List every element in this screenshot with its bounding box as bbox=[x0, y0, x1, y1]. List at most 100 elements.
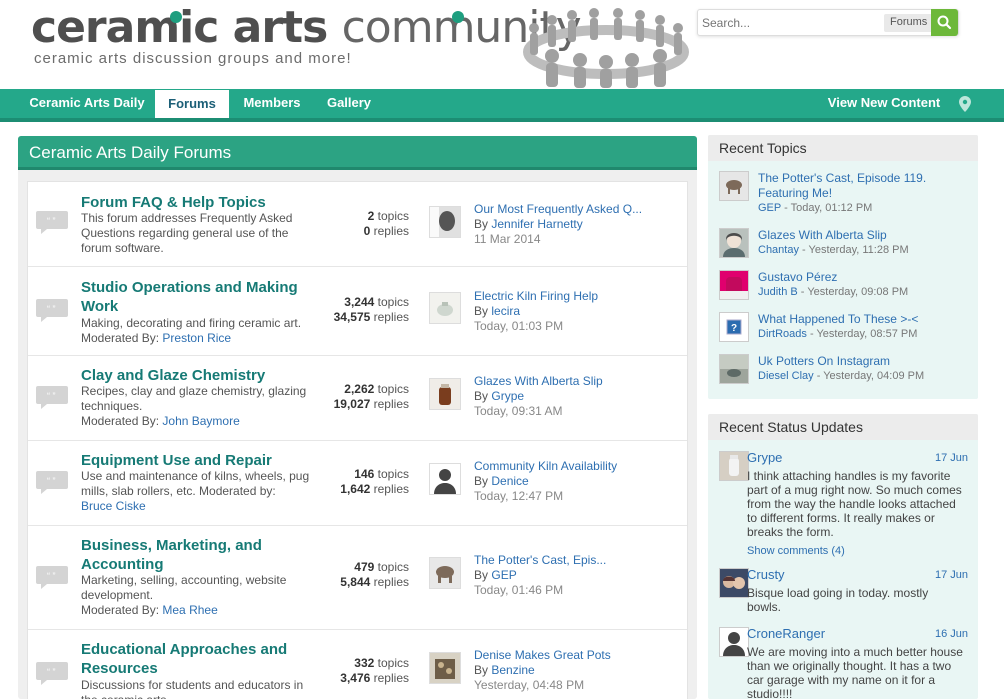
status-date[interactable]: 16 Jun bbox=[935, 628, 968, 640]
site-logo[interactable]: ceramic arts community bbox=[31, 2, 582, 53]
replies-count: 3,476 bbox=[340, 671, 371, 685]
last-post-info: Community Kiln Availability By Denice To… bbox=[474, 459, 674, 504]
forum-stats: 146 topics 1,642 replies bbox=[318, 467, 409, 497]
nav-members[interactable]: Members bbox=[237, 89, 307, 118]
forum-bubble-icon: “ ” bbox=[36, 299, 68, 322]
topics-label: topics bbox=[377, 295, 409, 309]
last-post-avatar[interactable] bbox=[429, 463, 461, 495]
topic-author[interactable]: Diesel Clay bbox=[758, 370, 814, 382]
search-box: Forums bbox=[697, 9, 959, 36]
status-avatar[interactable] bbox=[719, 451, 749, 481]
status-user[interactable]: Crusty bbox=[747, 567, 785, 582]
topic-text: Uk Potters On Instagram Diesel Clay - Ye… bbox=[758, 354, 973, 384]
replies-count: 19,027 bbox=[333, 397, 371, 411]
last-post-title[interactable]: The Potter's Cast, Epis... bbox=[474, 553, 674, 568]
topics-count: 3,244 bbox=[344, 295, 375, 309]
avatar-photo-icon bbox=[430, 379, 460, 409]
forum-title[interactable]: Forum FAQ & Help Topics bbox=[81, 193, 321, 212]
forum-row: “ ” Clay and Glaze Chemistry Recipes, cl… bbox=[28, 356, 687, 441]
svg-text:“ ”: “ ” bbox=[47, 476, 56, 486]
search-button[interactable] bbox=[931, 9, 958, 36]
last-post-date: Yesterday, 04:48 PM bbox=[474, 678, 585, 692]
topic-date: - Yesterday, 09:08 PM bbox=[797, 286, 909, 298]
by-label: By bbox=[474, 217, 489, 231]
status-user[interactable]: CroneRanger bbox=[747, 626, 825, 641]
status-date[interactable]: 17 Jun bbox=[935, 569, 968, 581]
view-new-content-link[interactable]: View New Content bbox=[825, 89, 943, 118]
replies-label: replies bbox=[373, 224, 409, 238]
topic-author[interactable]: Chantay bbox=[758, 244, 799, 256]
replies-label: replies bbox=[373, 671, 409, 685]
last-post-avatar[interactable] bbox=[429, 378, 461, 410]
topic-avatar[interactable] bbox=[719, 354, 749, 384]
topic-author[interactable]: GEP bbox=[758, 202, 781, 214]
status-date[interactable]: 17 Jun bbox=[935, 452, 968, 464]
topics-label: topics bbox=[377, 467, 409, 481]
recent-status-box: Recent Status Updates Grype 17 Jun I thi… bbox=[708, 414, 978, 699]
topic-avatar[interactable] bbox=[719, 228, 749, 258]
topics-label: topics bbox=[377, 209, 409, 223]
topic-avatar[interactable] bbox=[719, 270, 749, 300]
forum-title[interactable]: Studio Operations and Making Work bbox=[81, 278, 321, 316]
svg-text:?: ? bbox=[731, 323, 737, 334]
last-post-avatar[interactable] bbox=[429, 292, 461, 324]
last-post-info: Our Most Frequently Asked Q... By Jennif… bbox=[474, 202, 674, 247]
by-label: By bbox=[474, 568, 489, 582]
nav-ceramic-arts-daily[interactable]: Ceramic Arts Daily bbox=[26, 89, 148, 118]
status-user[interactable]: Grype bbox=[747, 450, 782, 465]
topics-label: topics bbox=[377, 382, 409, 396]
topic-title[interactable]: The Potter's Cast, Episode 119. Featurin… bbox=[758, 171, 973, 201]
show-comments-link[interactable]: Show comments (4) bbox=[747, 545, 845, 557]
replies-label: replies bbox=[373, 310, 409, 324]
search-input[interactable] bbox=[702, 12, 877, 33]
svg-text:“ ”: “ ” bbox=[47, 216, 56, 226]
last-post-title[interactable]: Electric Kiln Firing Help bbox=[474, 289, 674, 304]
last-post-avatar[interactable] bbox=[429, 652, 461, 684]
forum-title[interactable]: Educational Approaches and Resources bbox=[81, 640, 321, 678]
nav-gallery[interactable]: Gallery bbox=[318, 89, 380, 118]
topic-avatar[interactable]: ? bbox=[719, 312, 749, 342]
forum-stats: 2 topics 0 replies bbox=[318, 209, 409, 239]
last-post-title[interactable]: Our Most Frequently Asked Q... bbox=[474, 202, 674, 217]
last-post-title[interactable]: Denise Makes Great Pots bbox=[474, 648, 674, 663]
last-post-date: Today, 12:47 PM bbox=[474, 489, 564, 503]
last-post-author[interactable]: Benzine bbox=[491, 663, 534, 677]
moderator-link[interactable]: Bruce Ciske bbox=[81, 499, 146, 513]
moderator-link[interactable]: Mea Rhee bbox=[162, 603, 217, 617]
moderator-link[interactable]: Preston Rice bbox=[162, 331, 231, 345]
logo-dot bbox=[452, 11, 464, 23]
forum-title[interactable]: Business, Marketing, and Accounting bbox=[81, 536, 321, 574]
status-avatar[interactable] bbox=[719, 568, 749, 598]
recent-topic-item: Glazes With Alberta Slip Chantay - Yeste… bbox=[719, 228, 974, 262]
forum-description: This forum addresses Frequently Asked Qu… bbox=[81, 211, 293, 255]
topic-title[interactable]: Gustavo Pérez bbox=[758, 270, 973, 285]
last-post-author[interactable]: lecira bbox=[491, 304, 520, 318]
status-avatar[interactable] bbox=[719, 627, 749, 657]
last-post-avatar[interactable] bbox=[429, 557, 461, 589]
topic-author[interactable]: Judith B bbox=[758, 286, 798, 298]
topic-author[interactable]: DirtRoads bbox=[758, 328, 807, 340]
topic-avatar[interactable] bbox=[719, 171, 749, 201]
last-post-author[interactable]: Jennifer Harnetty bbox=[491, 217, 582, 231]
nav-forums[interactable]: Forums bbox=[155, 90, 229, 118]
last-post-author[interactable]: Grype bbox=[491, 389, 524, 403]
search-scope-button[interactable]: Forums bbox=[884, 14, 934, 32]
last-post-title[interactable]: Community Kiln Availability bbox=[474, 459, 674, 474]
topic-title[interactable]: Glazes With Alberta Slip bbox=[758, 228, 973, 243]
topic-title[interactable]: What Happened To These >-< bbox=[758, 312, 973, 327]
forum-title[interactable]: Equipment Use and Repair bbox=[81, 451, 321, 470]
moderator-link[interactable]: John Baymore bbox=[162, 414, 239, 428]
avatar-photo-icon bbox=[720, 172, 748, 200]
forum-title[interactable]: Clay and Glaze Chemistry bbox=[81, 366, 321, 385]
forum-stats: 479 topics 5,844 replies bbox=[318, 560, 409, 590]
last-post-author[interactable]: Denice bbox=[491, 474, 528, 488]
topic-title[interactable]: Uk Potters On Instagram bbox=[758, 354, 973, 369]
topic-text: The Potter's Cast, Episode 119. Featurin… bbox=[758, 171, 973, 216]
last-post-author[interactable]: GEP bbox=[491, 568, 516, 582]
topics-count: 479 bbox=[354, 560, 375, 574]
last-post-avatar[interactable] bbox=[429, 206, 461, 238]
map-marker-icon[interactable] bbox=[959, 96, 971, 112]
avatar-photo-icon bbox=[430, 293, 460, 323]
last-post-title[interactable]: Glazes With Alberta Slip bbox=[474, 374, 674, 389]
forum-row: “ ” Studio Operations and Making Work Ma… bbox=[28, 267, 687, 356]
